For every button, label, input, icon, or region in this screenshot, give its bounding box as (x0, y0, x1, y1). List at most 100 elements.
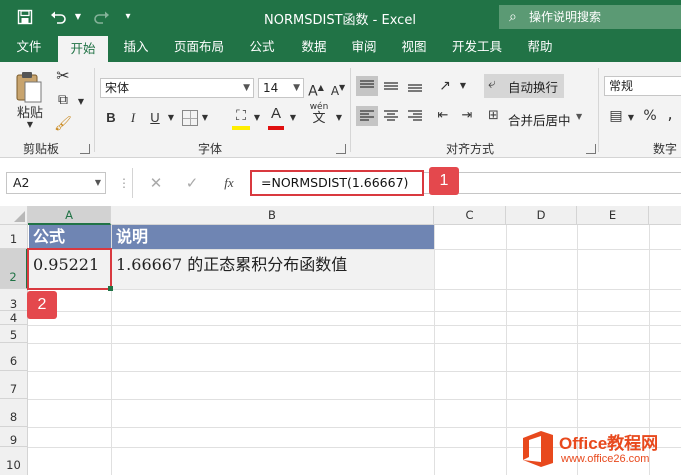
accounting-dropdown-icon[interactable]: ▼ (626, 108, 636, 128)
tell-me-search[interactable]: ⌕ 操作说明搜索 (499, 5, 681, 29)
phonetic-dropdown-icon[interactable]: ▼ (334, 108, 344, 128)
tab-data[interactable]: 数据 (292, 34, 336, 62)
column-header-f[interactable] (649, 206, 681, 225)
tab-formulas[interactable]: 公式 (240, 34, 284, 62)
fill-dropdown-icon[interactable]: ▼ (252, 108, 262, 128)
watermark-logo: Office教程网 www.office26.com (519, 426, 681, 475)
decrease-font-icon[interactable]: A▼ (328, 78, 348, 101)
undo-icon[interactable] (46, 7, 72, 27)
font-name-select[interactable]: 宋体 ▼ (100, 78, 254, 98)
window-title: NORMSDIST函数 - Excel (264, 13, 416, 28)
tab-view[interactable]: 视图 (392, 34, 436, 62)
underline-button[interactable]: U (146, 108, 164, 128)
name-box[interactable]: A2 ▼ (6, 172, 106, 194)
borders-dropdown-icon[interactable]: ▼ (200, 108, 210, 128)
row-header-10[interactable]: 10 (0, 447, 28, 475)
row-header-1[interactable]: 1 (0, 225, 28, 249)
italic-button[interactable]: I (124, 108, 142, 128)
undo-dropdown-icon[interactable]: ▼ (73, 7, 83, 27)
paste-icon[interactable] (14, 70, 48, 106)
gridline (28, 311, 681, 312)
row-header-6[interactable]: 6 (0, 343, 28, 371)
row-header-5[interactable]: 5 (0, 325, 28, 343)
orientation-dropdown-icon[interactable]: ▼ (458, 76, 468, 96)
row-header-9[interactable]: 9 (0, 427, 28, 447)
decrease-indent-icon[interactable]: ⇤ (432, 106, 454, 126)
tab-page-layout[interactable]: 页面布局 (166, 34, 232, 62)
bold-button[interactable]: B (102, 108, 120, 128)
tab-review[interactable]: 审阅 (344, 34, 384, 62)
clipboard-launcher-icon[interactable] (80, 144, 90, 154)
accounting-format-icon[interactable]: ▤ (606, 106, 626, 126)
increase-indent-icon[interactable]: ⇥ (456, 106, 478, 126)
office-logo-icon (519, 429, 557, 469)
insert-function-icon[interactable]: fx (218, 172, 240, 194)
font-group-label: 字体 (197, 142, 222, 156)
customize-toolbar-icon[interactable]: ▾ (120, 7, 136, 27)
row-header-8[interactable]: 8 (0, 399, 28, 427)
number-group-label: 数字 (652, 142, 677, 156)
align-right-icon[interactable] (404, 106, 426, 126)
tab-insert[interactable]: 插入 (114, 34, 158, 62)
font-launcher-icon[interactable] (336, 144, 346, 154)
underline-dropdown-icon[interactable]: ▼ (166, 108, 176, 128)
align-left-icon[interactable] (356, 106, 378, 126)
cell-a1[interactable]: 公式 (29, 225, 111, 249)
redo-icon (88, 7, 114, 27)
copy-icon[interactable]: ⧉ (52, 90, 74, 110)
font-color-button[interactable]: A (266, 104, 286, 124)
search-icon: ⌕ (509, 9, 517, 25)
callout-badge-2: 2 (27, 291, 57, 319)
fill-color-icon[interactable]: ⛶ (230, 106, 252, 126)
copy-dropdown-icon[interactable]: ▼ (76, 92, 86, 112)
row-header-7[interactable]: 7 (0, 371, 28, 399)
cell-b2[interactable]: 1.66667 的正态累积分布函数值 (112, 250, 434, 289)
paste-dropdown-icon[interactable]: ▼ (24, 120, 36, 130)
tab-file[interactable]: 文件 (8, 34, 50, 62)
align-bottom-icon[interactable] (404, 76, 426, 96)
column-header-b[interactable]: B (111, 206, 434, 225)
select-all-corner[interactable] (0, 206, 28, 225)
save-icon[interactable] (14, 7, 36, 27)
cancel-entry-icon: ✕ (149, 174, 163, 192)
formula-bar: A2 ▼ ⋮ ✕ ✓ fx =NORMSDIST(1.66667) 1 (0, 158, 681, 206)
gridline (28, 399, 681, 400)
grip-handle-icon[interactable]: ⋮ (118, 174, 130, 192)
orientation-icon[interactable]: ↗ (434, 76, 456, 96)
wrap-text-button[interactable]: ⤶ 自动换行 (484, 74, 564, 98)
column-header-d[interactable]: D (506, 206, 577, 225)
row-header-3[interactable]: 3 (0, 289, 28, 311)
font-color-dropdown-icon[interactable]: ▼ (288, 108, 298, 128)
cut-icon[interactable]: ✂ (52, 66, 74, 86)
group-divider (94, 68, 95, 152)
tab-developer[interactable]: 开发工具 (444, 34, 510, 62)
row-header-2[interactable]: 2 (0, 249, 28, 289)
cell-b1[interactable]: 说明 (112, 225, 434, 249)
format-painter-icon[interactable]: 🖌 (52, 114, 74, 134)
column-header-a[interactable]: A (28, 206, 111, 225)
watermark-url: www.office26.com (561, 453, 650, 465)
font-color-swatch (268, 126, 284, 130)
column-header-e[interactable]: E (577, 206, 649, 225)
fill-handle[interactable] (108, 286, 113, 291)
phonetic-guide-button[interactable]: wén 文 (306, 102, 332, 126)
clipboard-group-label: 剪贴板 (22, 142, 59, 156)
increase-font-icon[interactable]: A▲ (306, 78, 326, 102)
number-format-select[interactable]: 常规 (604, 76, 681, 96)
tab-home[interactable]: 开始 (58, 36, 108, 62)
align-center-icon[interactable] (380, 106, 402, 126)
column-header-c[interactable]: C (434, 206, 506, 225)
row-header-4[interactable]: 4 (0, 311, 28, 325)
comma-button[interactable]: , (662, 104, 678, 124)
watermark-brand: Office教程网 (559, 434, 659, 453)
borders-icon[interactable] (182, 110, 198, 126)
alignment-launcher-icon[interactable] (586, 144, 596, 154)
merge-center-button[interactable]: ⊞ 合并后居中 ▼ (486, 106, 582, 130)
percent-button[interactable]: % (640, 106, 660, 126)
align-top-icon[interactable] (356, 76, 378, 96)
tab-help[interactable]: 帮助 (518, 34, 562, 62)
chevron-down-icon: ▼ (243, 83, 250, 93)
align-middle-icon[interactable] (380, 76, 402, 96)
font-size-select[interactable]: 14 ▼ (258, 78, 304, 98)
formula-input[interactable]: =NORMSDIST(1.66667) (250, 170, 424, 196)
